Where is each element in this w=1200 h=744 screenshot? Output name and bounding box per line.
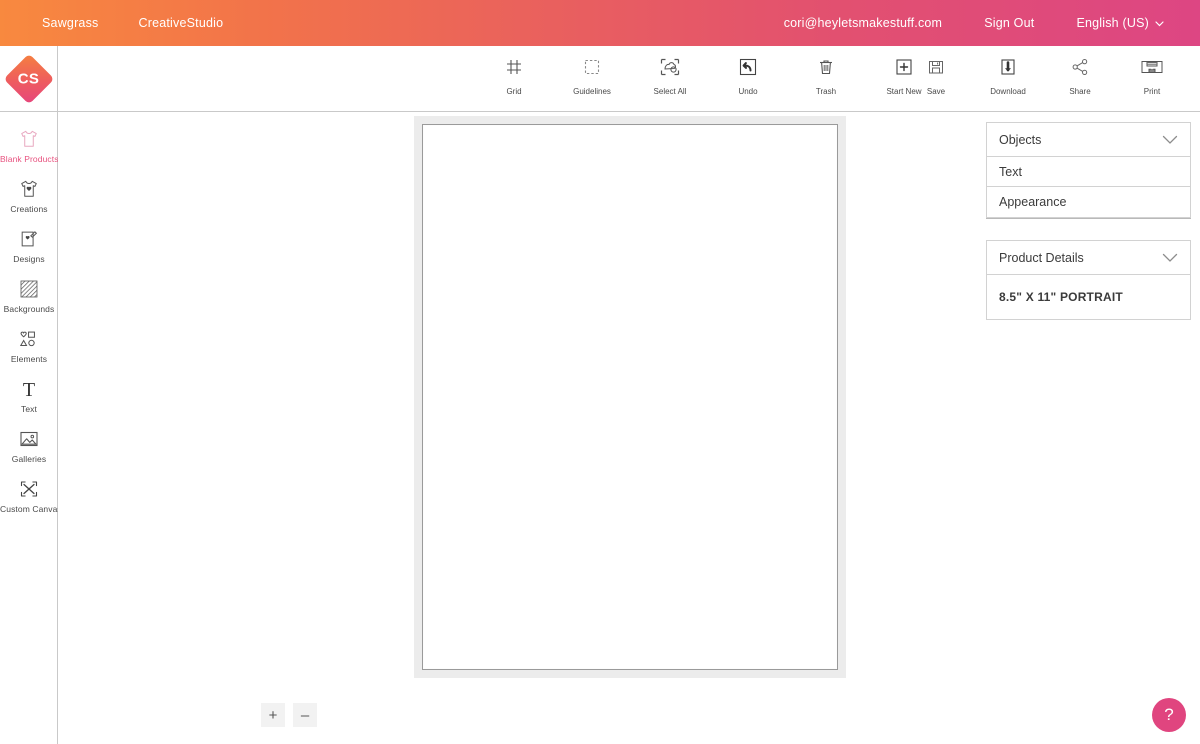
- printer-icon: [1140, 54, 1164, 80]
- objects-row-text[interactable]: Text: [987, 157, 1190, 187]
- image-gallery-icon: [0, 428, 58, 450]
- sidebar-item-blank-products[interactable]: Blank Products: [0, 122, 58, 172]
- tool-grid-label: Grid: [506, 87, 522, 96]
- brand-link-sawgrass[interactable]: Sawgrass: [42, 16, 98, 30]
- zoom-controls: + –: [261, 703, 317, 727]
- tool-save[interactable]: Save: [910, 54, 962, 96]
- objects-panel-header[interactable]: Objects: [987, 123, 1190, 157]
- sidebar-item-text[interactable]: T Text: [0, 372, 58, 422]
- zoom-in-button[interactable]: +: [261, 703, 285, 727]
- main-toolbar: Grid Guidelines Select All Undo Trash St…: [58, 46, 1200, 112]
- sidebar-label-text: Text: [21, 404, 37, 414]
- chevron-down-icon: [1162, 135, 1178, 145]
- sidebar-label-galleries: Galleries: [11, 454, 47, 464]
- sign-out-link[interactable]: Sign Out: [984, 16, 1034, 30]
- tool-guidelines[interactable]: Guidelines: [566, 54, 618, 96]
- sidebar-label-elements: Elements: [10, 354, 48, 364]
- product-details-title: Product Details: [999, 250, 1084, 265]
- product-details-header[interactable]: Product Details: [987, 241, 1190, 275]
- objects-panel-title: Objects: [999, 132, 1042, 147]
- undo-arrow-icon: [738, 54, 758, 80]
- tool-share-label: Share: [1069, 87, 1091, 96]
- app-logo[interactable]: CS: [0, 46, 58, 112]
- toolbar-right-group: Save Download Share Print: [910, 54, 1178, 96]
- toolbar-center-group: Grid Guidelines Select All Undo Trash St…: [488, 54, 930, 96]
- hatch-pattern-icon: [0, 278, 58, 300]
- product-link-creativestudio[interactable]: CreativeStudio: [138, 16, 223, 30]
- design-card-icon: [0, 228, 58, 250]
- sidebar-label-designs: Designs: [13, 254, 45, 264]
- tool-share[interactable]: Share: [1054, 54, 1106, 96]
- product-size-value: 8.5" X 11" PORTRAIT: [999, 290, 1123, 304]
- product-details-panel: Product Details 8.5" X 11" PORTRAIT: [986, 240, 1191, 320]
- top-nav-left-group: Sawgrass CreativeStudio: [0, 16, 223, 30]
- tshirt-outline-icon: [0, 128, 58, 150]
- help-button[interactable]: ?: [1152, 698, 1186, 732]
- tool-grid[interactable]: Grid: [488, 54, 540, 96]
- question-mark-icon: ?: [1164, 705, 1174, 724]
- sidebar-label-custom-canvas: Custom Canvas: [0, 504, 62, 514]
- download-arrow-icon: [998, 54, 1018, 80]
- sidebar-item-custom-canvas[interactable]: Custom Canvas: [0, 472, 62, 522]
- chevron-down-icon: [1155, 14, 1164, 32]
- zoom-out-button[interactable]: –: [293, 703, 317, 727]
- cs-diamond-icon: CS: [3, 53, 54, 104]
- tool-print-label: Print: [1143, 87, 1161, 96]
- tool-download[interactable]: Download: [982, 54, 1034, 96]
- tool-save-label: Save: [926, 87, 946, 96]
- sidebar-item-designs[interactable]: Designs: [0, 222, 58, 272]
- right-panel: Objects Text Appearance Product Details …: [986, 122, 1191, 342]
- tshirt-design-icon: [0, 178, 58, 200]
- canvas-frame: [414, 116, 846, 678]
- design-canvas[interactable]: [422, 124, 838, 670]
- share-nodes-icon: [1070, 54, 1090, 80]
- svg-text:T: T: [23, 379, 35, 400]
- shapes-icon: [0, 328, 58, 350]
- tool-undo[interactable]: Undo: [722, 54, 774, 96]
- floppy-disk-icon: [926, 54, 946, 80]
- trash-can-icon: [816, 54, 836, 80]
- top-navigation-bar: Sawgrass CreativeStudio cori@heyletsmake…: [0, 0, 1200, 46]
- tool-download-label: Download: [990, 87, 1026, 96]
- sidebar-item-elements[interactable]: Elements: [0, 322, 58, 372]
- language-selector[interactable]: English (US): [1076, 14, 1164, 32]
- objects-row-text-label: Text: [999, 164, 1022, 179]
- top-nav-right-group: cori@heyletsmakestuff.com Sign Out Engli…: [784, 14, 1200, 32]
- sidebar-item-creations[interactable]: Creations: [0, 172, 58, 222]
- tool-select-all-label: Select All: [653, 87, 687, 96]
- guidelines-dashed-square-icon: [582, 54, 602, 80]
- objects-panel: Objects Text Appearance: [986, 122, 1191, 218]
- sidebar-label-backgrounds: Backgrounds: [3, 304, 55, 314]
- sidebar-item-backgrounds[interactable]: Backgrounds: [0, 272, 58, 322]
- left-sidebar: Blank Products Creations Designs Backgro…: [0, 112, 62, 744]
- objects-row-appearance[interactable]: Appearance: [987, 187, 1190, 217]
- sidebar-label-creations: Creations: [10, 204, 48, 214]
- tool-trash[interactable]: Trash: [800, 54, 852, 96]
- chevron-down-icon: [1162, 253, 1178, 263]
- tool-trash-label: Trash: [815, 87, 837, 96]
- tool-guidelines-label: Guidelines: [573, 87, 611, 96]
- expand-arrows-icon: [0, 478, 58, 500]
- sidebar-item-galleries[interactable]: Galleries: [0, 422, 58, 472]
- select-all-icon: [659, 54, 681, 80]
- product-details-body: 8.5" X 11" PORTRAIT: [987, 275, 1190, 319]
- language-label: English (US): [1076, 16, 1149, 30]
- objects-row-appearance-label: Appearance: [999, 195, 1067, 209]
- account-email[interactable]: cori@heyletsmakestuff.com: [784, 16, 943, 30]
- grid-icon: [504, 54, 524, 80]
- tool-print[interactable]: Print: [1126, 54, 1178, 96]
- creative-studio-app: Sawgrass CreativeStudio cori@heyletsmake…: [0, 0, 1200, 744]
- sidebar-label-blank-products: Blank Products: [0, 154, 59, 164]
- tool-select-all[interactable]: Select All: [644, 54, 696, 96]
- tool-undo-label: Undo: [738, 87, 758, 96]
- logo-text: CS: [17, 69, 40, 87]
- text-t-icon: T: [0, 378, 58, 400]
